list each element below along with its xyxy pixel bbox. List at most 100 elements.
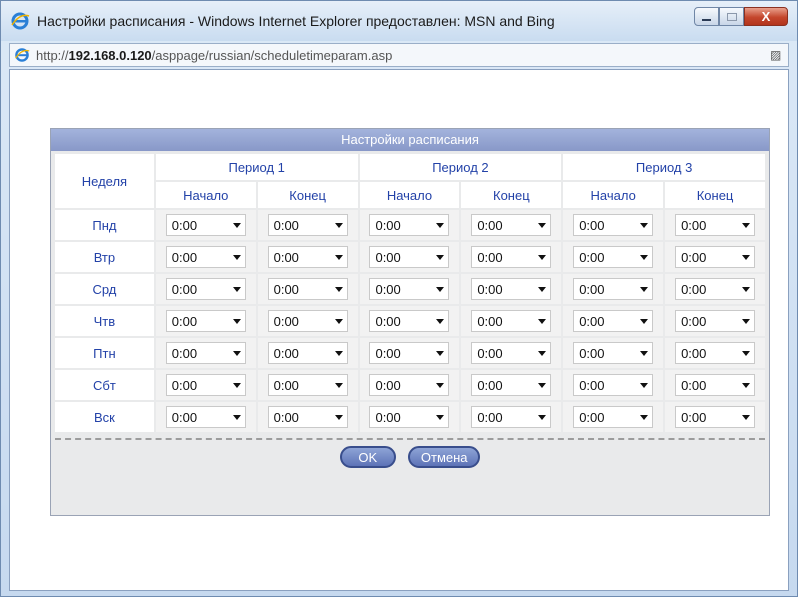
table-row: Чтв 0:00 0:00 0:00 0:00 0:00 0:00 (55, 306, 765, 336)
end-time-select[interactable]: 0:00 (267, 310, 348, 332)
start-time-select[interactable]: 0:00 (369, 310, 450, 332)
end-time-select[interactable]: 0:00 (267, 406, 348, 428)
ok-button[interactable]: OK (339, 446, 396, 468)
start-time-select[interactable]: 0:00 (573, 406, 654, 428)
start-time-select[interactable]: 0:00 (165, 214, 246, 236)
start-time-select[interactable]: 0:00 (369, 214, 450, 236)
start-time-select[interactable]: 0:00 (573, 374, 654, 396)
time-cell: 0:00 (665, 402, 765, 432)
time-cell: 0:00 (461, 242, 562, 272)
start-time-select[interactable]: 0:00 (573, 214, 654, 236)
chevron-down-icon (538, 286, 547, 292)
end-time-select[interactable]: 0:00 (675, 406, 756, 428)
time-cell: 0:00 (461, 210, 562, 240)
button-row: OK Отмена (51, 446, 769, 468)
end-header: Конец (461, 182, 562, 208)
time-value: 0:00 (579, 281, 605, 297)
time-value: 0:00 (477, 377, 503, 393)
cancel-button[interactable]: Отмена (408, 446, 481, 468)
end-time-select[interactable]: 0:00 (471, 342, 552, 364)
time-cell: 0:00 (665, 242, 765, 272)
chevron-down-icon (640, 414, 649, 420)
end-time-select[interactable]: 0:00 (675, 214, 756, 236)
address-bar[interactable]: http://192.168.0.120/asppage/russian/sch… (9, 43, 789, 67)
end-header: Конец (665, 182, 765, 208)
end-time-select[interactable]: 0:00 (267, 342, 348, 364)
chevron-down-icon (436, 222, 445, 228)
chevron-down-icon (538, 382, 547, 388)
time-cell: 0:00 (563, 306, 664, 336)
start-time-select[interactable]: 0:00 (573, 278, 654, 300)
chevron-down-icon (232, 318, 241, 324)
day-label: Втр (55, 242, 154, 272)
start-time-select[interactable]: 0:00 (369, 342, 450, 364)
time-value: 0:00 (477, 217, 503, 233)
schedule-panel: Настройки расписания Неделя Период 1 Пер… (50, 128, 770, 516)
time-value: 0:00 (579, 313, 605, 329)
start-time-select[interactable]: 0:00 (573, 342, 654, 364)
end-time-select[interactable]: 0:00 (471, 278, 552, 300)
start-time-select[interactable]: 0:00 (165, 374, 246, 396)
time-cell: 0:00 (155, 242, 256, 272)
start-time-select[interactable]: 0:00 (369, 278, 450, 300)
schedule-rows: Пнд 0:00 0:00 0:00 0:00 0:00 0:00 Втр 0:00 0:00 0:… (55, 210, 765, 432)
compatibility-view-icon[interactable]: ▨ (770, 48, 784, 62)
end-time-select[interactable]: 0:00 (675, 342, 756, 364)
internet-explorer-icon (11, 12, 30, 30)
end-time-select[interactable]: 0:00 (267, 374, 348, 396)
day-label: Срд (55, 274, 154, 304)
end-time-select[interactable]: 0:00 (471, 406, 552, 428)
schedule-table: Неделя Период 1 Период 2 Период 3 Начало… (53, 152, 767, 434)
time-value: 0:00 (375, 345, 401, 361)
end-time-select[interactable]: 0:00 (675, 310, 756, 332)
table-row: Втр 0:00 0:00 0:00 0:00 0:00 0:00 (55, 242, 765, 272)
end-time-select[interactable]: 0:00 (675, 374, 756, 396)
period-3-header: Период 3 (563, 154, 765, 180)
chevron-down-icon (436, 382, 445, 388)
week-header: Неделя (55, 154, 154, 208)
time-value: 0:00 (477, 409, 503, 425)
chevron-down-icon (232, 286, 241, 292)
time-cell: 0:00 (257, 274, 358, 304)
time-cell: 0:00 (359, 370, 460, 400)
minimize-button[interactable] (694, 7, 719, 26)
page-content: Настройки расписания Неделя Период 1 Пер… (9, 69, 789, 591)
end-time-select[interactable]: 0:00 (267, 214, 348, 236)
start-time-select[interactable]: 0:00 (165, 310, 246, 332)
start-time-select[interactable]: 0:00 (369, 406, 450, 428)
chevron-down-icon (334, 254, 343, 260)
time-value: 0:00 (171, 377, 198, 393)
time-value: 0:00 (681, 409, 707, 425)
start-time-select[interactable]: 0:00 (165, 278, 246, 300)
time-cell: 0:00 (257, 338, 358, 368)
address-url[interactable]: http://192.168.0.120/asppage/russian/sch… (36, 48, 392, 63)
end-time-select[interactable]: 0:00 (267, 246, 348, 268)
time-value: 0:00 (477, 345, 503, 361)
end-time-select[interactable]: 0:00 (675, 246, 756, 268)
chevron-down-icon (334, 286, 343, 292)
time-cell: 0:00 (359, 306, 460, 336)
end-time-select[interactable]: 0:00 (471, 374, 552, 396)
end-time-select[interactable]: 0:00 (471, 246, 552, 268)
start-time-select[interactable]: 0:00 (573, 310, 654, 332)
start-time-select[interactable]: 0:00 (165, 406, 246, 428)
start-time-select[interactable]: 0:00 (369, 374, 450, 396)
title-bar: Настройки расписания - Windows Internet … (1, 1, 797, 41)
chevron-down-icon (436, 318, 445, 324)
end-time-select[interactable]: 0:00 (675, 278, 756, 300)
close-button[interactable]: X (744, 7, 788, 26)
start-time-select[interactable]: 0:00 (369, 246, 450, 268)
chevron-down-icon (742, 414, 751, 420)
start-time-select[interactable]: 0:00 (573, 246, 654, 268)
chevron-down-icon (334, 318, 343, 324)
maximize-button[interactable] (719, 7, 744, 26)
table-row: Птн 0:00 0:00 0:00 0:00 0:00 0:00 (55, 338, 765, 368)
end-time-select[interactable]: 0:00 (471, 214, 552, 236)
time-value: 0:00 (477, 281, 503, 297)
end-time-select[interactable]: 0:00 (471, 310, 552, 332)
time-cell: 0:00 (257, 210, 358, 240)
end-time-select[interactable]: 0:00 (267, 278, 348, 300)
start-time-select[interactable]: 0:00 (165, 246, 246, 268)
time-value: 0:00 (273, 313, 299, 329)
start-time-select[interactable]: 0:00 (165, 342, 246, 364)
